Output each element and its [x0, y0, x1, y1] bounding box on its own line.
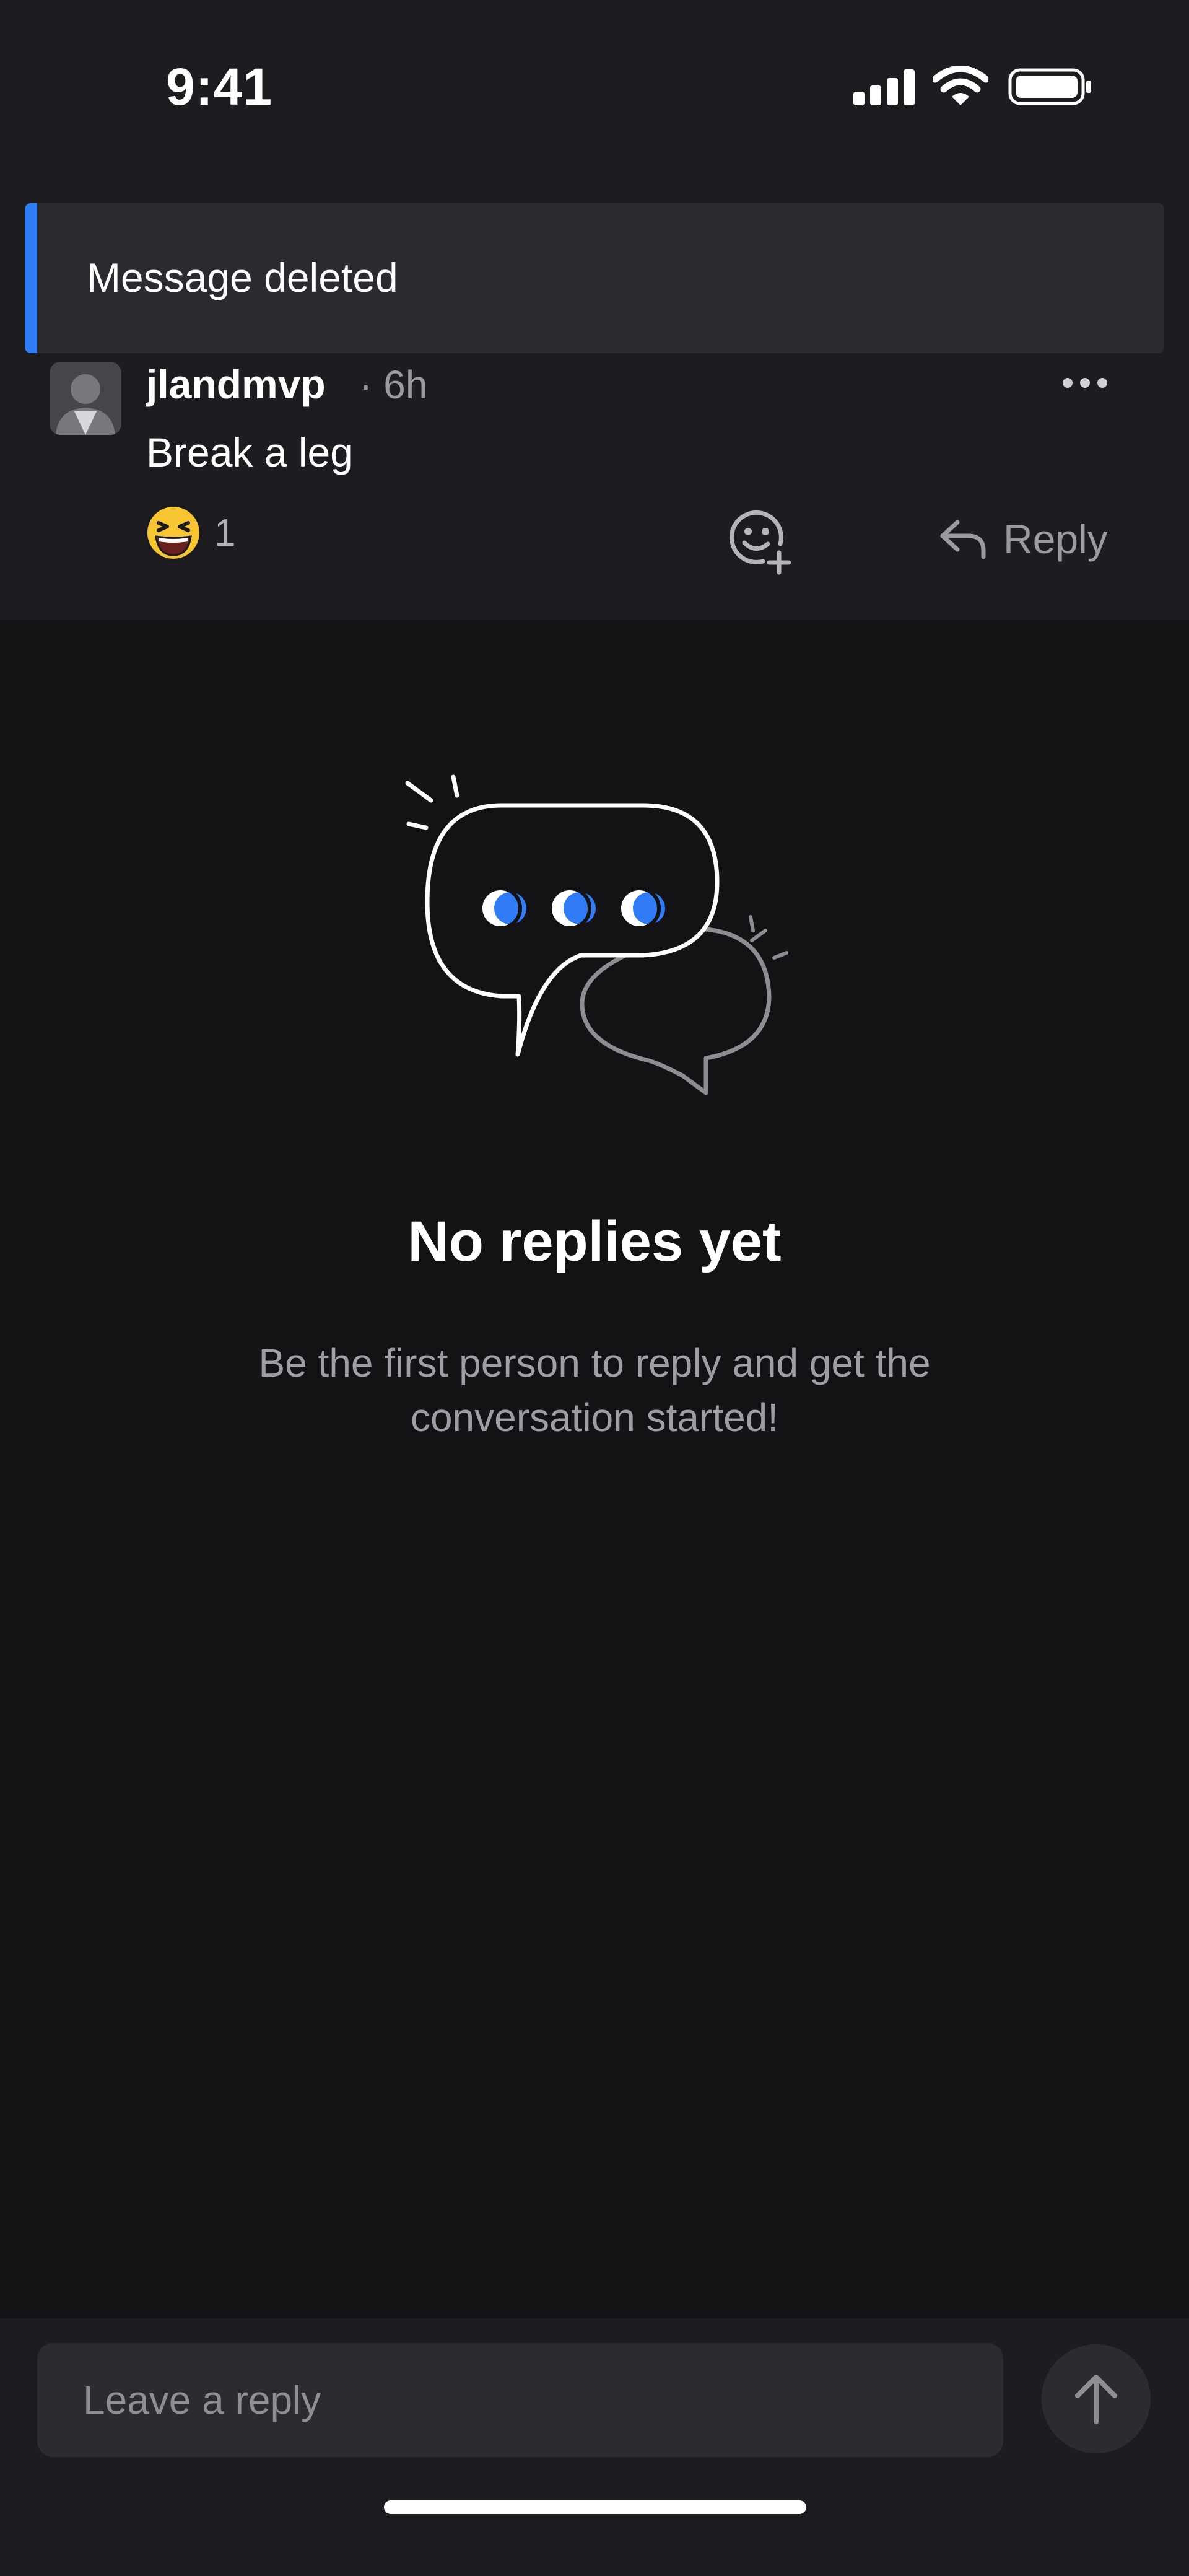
message-author[interactable]: jlandmvp [146, 361, 326, 408]
reply-input[interactable] [37, 2343, 1003, 2457]
more-dots-icon[interactable] [1060, 375, 1110, 390]
empty-state-subtitle: Be the first person to reply and get the… [258, 1341, 931, 1440]
battery-icon [1008, 68, 1091, 105]
banner-accent-bar [25, 203, 37, 353]
laughing-emoji-icon [145, 504, 202, 561]
reaction-count: 1 [214, 511, 236, 554]
reply-composer [0, 2318, 1189, 2576]
reply-arrow-icon [940, 520, 986, 559]
reaction-chip[interactable]: 1 [144, 503, 235, 563]
message-body: Break a leg [146, 429, 353, 475]
deleted-message-banner: Message deleted [25, 203, 1164, 353]
status-time: 9:41 [166, 58, 273, 116]
reply-button[interactable]: Reply [939, 509, 1108, 569]
cellular-signal-icon [853, 69, 915, 105]
message-timestamp: · 6h [359, 362, 428, 407]
home-indicator [384, 2500, 806, 2514]
user-silhouette-icon [50, 362, 121, 435]
reply-label: Reply [1003, 516, 1108, 562]
empty-state-title: No replies yet [407, 1210, 782, 1273]
chat-bubbles-icon [405, 774, 788, 1095]
send-button[interactable] [1042, 2344, 1151, 2453]
wifi-icon [933, 66, 988, 105]
avatar[interactable] [50, 362, 121, 435]
arrow-up-icon [1075, 2375, 1117, 2424]
deleted-message-text: Message deleted [87, 255, 398, 300]
add-emoji-icon[interactable] [727, 508, 795, 576]
